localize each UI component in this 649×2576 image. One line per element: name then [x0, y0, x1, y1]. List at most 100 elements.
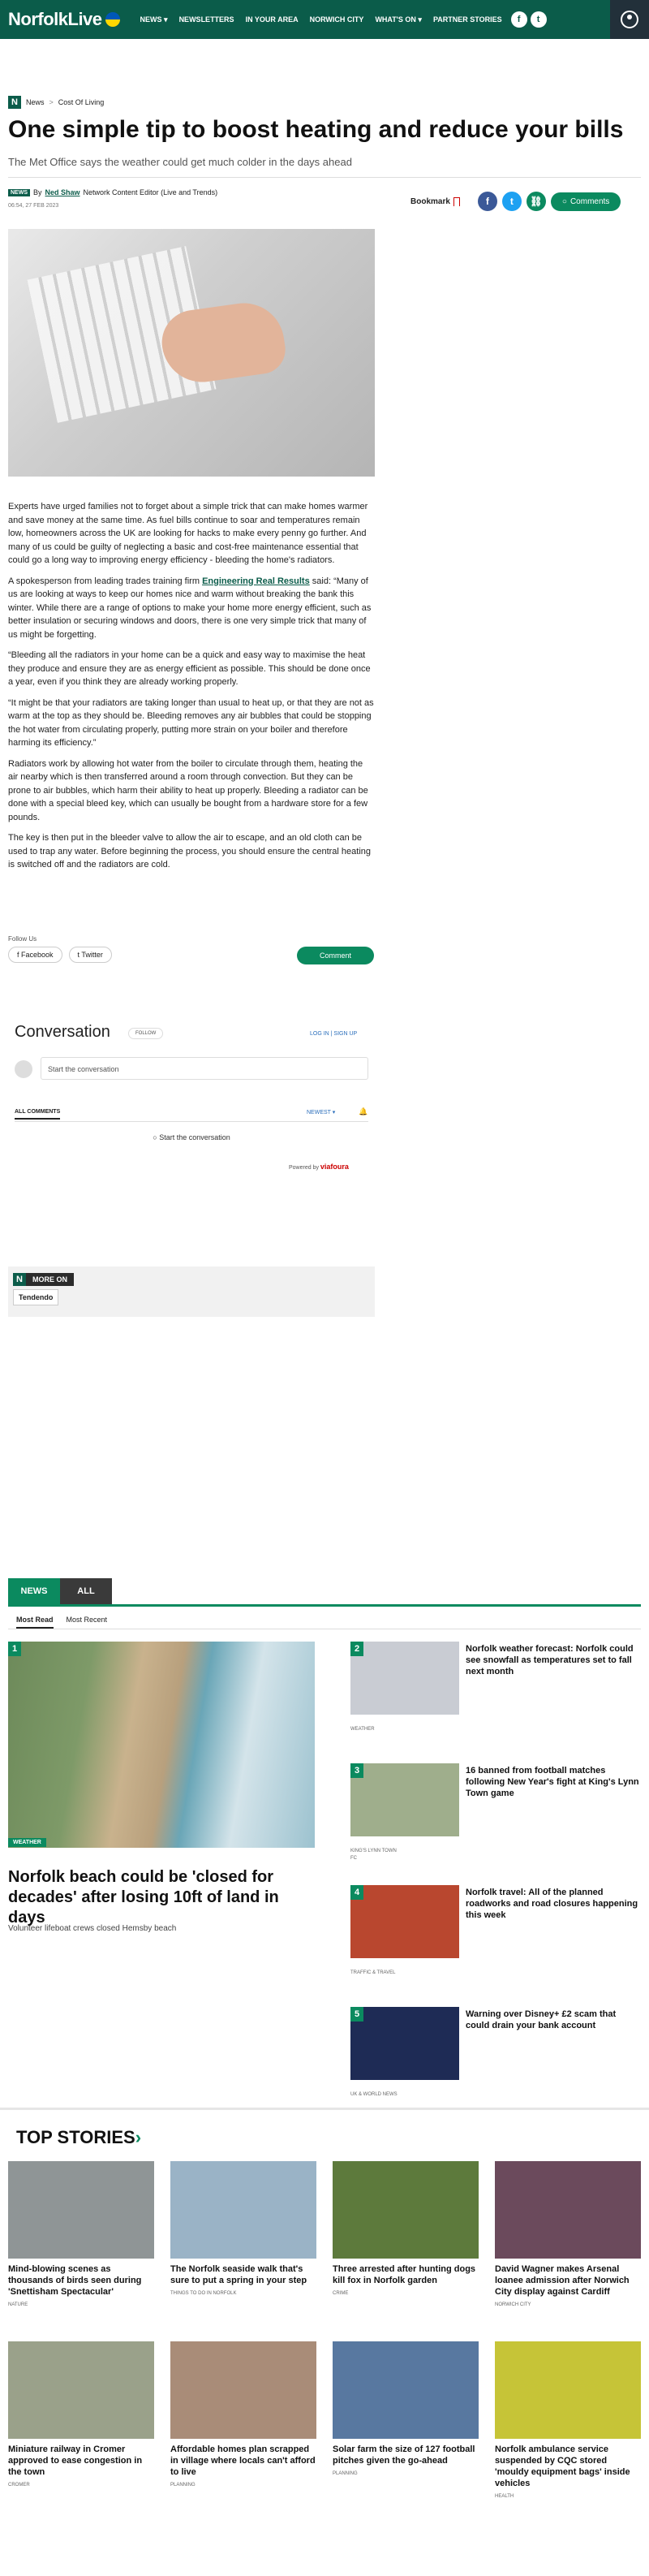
story-title[interactable]: Solar farm the size of 127 football pitc… [333, 2444, 479, 2466]
nav-newsletters[interactable]: NEWSLETTERS [174, 15, 240, 24]
story-thumbnail[interactable] [350, 1763, 459, 1836]
main-nav: NEWS ▾ NEWSLETTERS IN YOUR AREA NORWICH … [135, 15, 508, 24]
powered-by-label: Powered by [289, 1165, 319, 1171]
tab-most-recent[interactable]: Most Recent [67, 1616, 108, 1629]
story-card[interactable]: Miniature railway in Cromer approved to … [8, 2341, 154, 2512]
story-category: UK & WORLD NEWS [350, 2092, 398, 2097]
story-title[interactable]: Norfolk travel: All of the planned roadw… [466, 1887, 641, 1921]
list-item[interactable]: 3 16 banned from football matches follow… [350, 1763, 641, 1885]
avatar [15, 1060, 32, 1078]
lead-story-image[interactable] [8, 1642, 315, 1848]
story-thumbnail[interactable] [350, 2007, 459, 2080]
story-thumbnail[interactable] [350, 1885, 459, 1958]
divider [8, 1604, 641, 1607]
follow-conversation-button[interactable]: FOLLOW [128, 1028, 164, 1039]
comments-button[interactable]: ○ Comments [550, 192, 621, 211]
breadcrumb-separator: > [49, 98, 54, 106]
conversation-title: Conversation [15, 1023, 110, 1041]
story-card[interactable]: Three arrested after hunting dogs kill f… [333, 2161, 479, 2332]
story-title[interactable]: David Wagner makes Arsenal loanee admiss… [495, 2263, 641, 2298]
story-thumbnail[interactable] [495, 2341, 641, 2439]
story-title[interactable]: Norfolk ambulance service suspended by C… [495, 2444, 641, 2489]
story-thumbnail[interactable] [333, 2341, 479, 2439]
story-title[interactable]: The Norfolk seaside walk that's sure to … [170, 2263, 316, 2286]
tab-all[interactable]: ALL [60, 1578, 112, 1604]
story-category: CROMER [8, 2483, 30, 2488]
bookmark-label: Bookmark [410, 196, 450, 206]
lead-story-title[interactable]: Norfolk beach could be 'closed for decad… [8, 1867, 316, 1928]
comment-input[interactable]: Start the conversation [41, 1057, 368, 1080]
story-title[interactable]: 16 banned from football matches followin… [466, 1765, 641, 1799]
story-title[interactable]: Miniature railway in Cromer approved to … [8, 2444, 154, 2478]
byline-by: By [33, 188, 42, 196]
inline-link[interactable]: Engineering Real Results [202, 576, 310, 586]
start-conversation-button[interactable]: ○ Start the conversation [8, 1133, 375, 1141]
bookmark-button[interactable]: Bookmark [410, 196, 460, 206]
story-category: PLANNING [333, 2471, 358, 2476]
most-read-list: 2 Norfolk weather forecast: Norfolk coul… [350, 1642, 641, 2129]
comment-button[interactable]: Comment [297, 947, 375, 964]
story-thumbnail[interactable] [333, 2161, 479, 2259]
divider [0, 2108, 649, 2110]
story-card[interactable]: Mind-blowing scenes as thousands of bird… [8, 2161, 154, 2332]
tab-news[interactable]: NEWS [8, 1578, 60, 1604]
article-body: Experts have urged families not to forge… [8, 500, 375, 879]
story-title[interactable]: Mind-blowing scenes as thousands of bird… [8, 2263, 154, 2298]
share-twitter-icon[interactable]: t [501, 192, 522, 211]
list-item[interactable]: 5 Warning over Disney+ £2 scam that coul… [350, 2007, 641, 2129]
story-card[interactable]: David Wagner makes Arsenal loanee admiss… [495, 2161, 641, 2332]
story-card[interactable]: The Norfolk seaside walk that's sure to … [170, 2161, 316, 2332]
paragraph: A spokesperson from leading trades train… [8, 575, 375, 642]
sort-dropdown[interactable]: NEWEST ▾ [307, 1109, 335, 1115]
nav-in-your-area[interactable]: IN YOUR AREA [240, 15, 304, 24]
tag-tendendo[interactable]: Tendendo [13, 1289, 59, 1305]
story-title[interactable]: Affordable homes plan scrapped in villag… [170, 2444, 316, 2478]
nav-news[interactable]: NEWS ▾ [135, 15, 174, 24]
tab-most-read[interactable]: Most Read [16, 1616, 54, 1629]
bell-icon[interactable]: 🔔 [359, 1107, 367, 1116]
story-title[interactable]: Warning over Disney+ £2 scam that could … [466, 2009, 641, 2031]
story-category: TRAFFIC & TRAVEL [350, 1970, 396, 1975]
story-thumbnail[interactable] [170, 2341, 316, 2439]
story-title[interactable]: Norfolk weather forecast: Norfolk could … [466, 1643, 641, 1677]
story-card[interactable]: Affordable homes plan scrapped in villag… [170, 2341, 316, 2512]
story-thumbnail[interactable] [170, 2161, 316, 2259]
comment-icon: ○ [561, 196, 567, 206]
breadcrumb-cost-of-living[interactable]: Cost Of Living [58, 98, 105, 106]
follow-buttons: f Facebook t Twitter [8, 947, 112, 963]
site-logo[interactable]: NorfolkLive [8, 9, 120, 30]
top-stories-heading[interactable]: TOP STORIES› [16, 2127, 141, 2148]
story-thumbnail[interactable] [350, 1642, 459, 1715]
story-category: PLANNING [170, 2483, 196, 2488]
share-facebook-icon[interactable]: f [477, 192, 497, 211]
paragraph: “It might be that your radiators are tak… [8, 697, 374, 749]
account-button[interactable] [610, 0, 649, 39]
nav-partner-stories[interactable]: PARTNER STORIES [428, 15, 508, 24]
twitter-icon[interactable]: t [530, 11, 547, 28]
story-card[interactable]: Norfolk ambulance service suspended by C… [495, 2341, 641, 2512]
story-card[interactable]: Solar farm the size of 127 football pitc… [333, 2341, 479, 2512]
share-link-icon[interactable]: ⛓ [526, 192, 546, 211]
follow-twitter-button[interactable]: t Twitter [68, 947, 112, 963]
breadcrumb-news[interactable]: News [26, 98, 45, 106]
section-badge: N [13, 1273, 26, 1286]
site-header: NorfolkLive NEWS ▾ NEWSLETTERS IN YOUR A… [0, 0, 649, 39]
login-signup-link[interactable]: LOG IN | SIGN UP [310, 1031, 357, 1037]
story-title[interactable]: Three arrested after hunting dogs kill f… [333, 2263, 479, 2286]
nav-norwich-city[interactable]: NORWICH CITY [304, 15, 370, 24]
paragraph: The key is then put in the bleeder valve… [8, 833, 372, 869]
story-thumbnail[interactable] [495, 2161, 641, 2259]
tab-all-comments[interactable]: ALL COMMENTS [15, 1109, 61, 1120]
story-category: KING'S LYNN TOWN FC [350, 1849, 397, 1861]
facebook-icon[interactable]: f [510, 11, 527, 28]
author-role: Network Content Editor (Live and Trends) [83, 188, 218, 196]
list-item[interactable]: 4 Norfolk travel: All of the planned roa… [350, 1885, 641, 2007]
follow-facebook-button[interactable]: f Facebook [8, 947, 62, 963]
list-item[interactable]: 2 Norfolk weather forecast: Norfolk coul… [350, 1642, 641, 1763]
story-thumbnail[interactable] [8, 2341, 154, 2439]
author-link[interactable]: Ned Shaw [45, 188, 80, 196]
story-thumbnail[interactable] [8, 2161, 154, 2259]
viafoura-logo: viafoura [320, 1163, 349, 1171]
nav-whats-on[interactable]: WHAT'S ON ▾ [369, 15, 428, 24]
bookmark-icon [453, 196, 460, 206]
